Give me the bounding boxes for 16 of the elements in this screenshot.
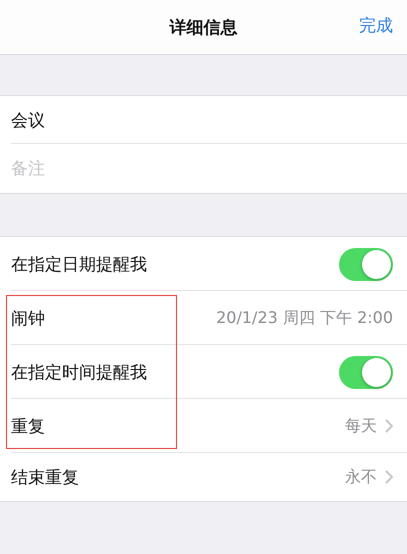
- alarm-value[interactable]: 20/1/23 周四 下午 2:00: [216, 308, 393, 328]
- done-button[interactable]: 完成: [359, 14, 393, 37]
- chevron-icon: [385, 470, 393, 484]
- toggle-switch[interactable]: [339, 248, 393, 280]
- option-value[interactable]: 每天: [345, 416, 377, 436]
- notes-field[interactable]: 备注: [11, 158, 393, 178]
- row-label: 结束重复: [11, 466, 80, 488]
- title-field[interactable]: 会议: [11, 110, 393, 130]
- row-label: 闹钟: [11, 308, 46, 330]
- row-label: 重复: [11, 416, 46, 438]
- row-label: 在指定日期提醒我: [11, 254, 148, 276]
- nav-title: 详细信息: [170, 16, 238, 38]
- chevron-icon: [385, 419, 393, 433]
- toggle-switch[interactable]: [339, 356, 393, 388]
- option-value[interactable]: 永不: [345, 466, 377, 488]
- row-label: 在指定时间提醒我: [11, 362, 148, 384]
